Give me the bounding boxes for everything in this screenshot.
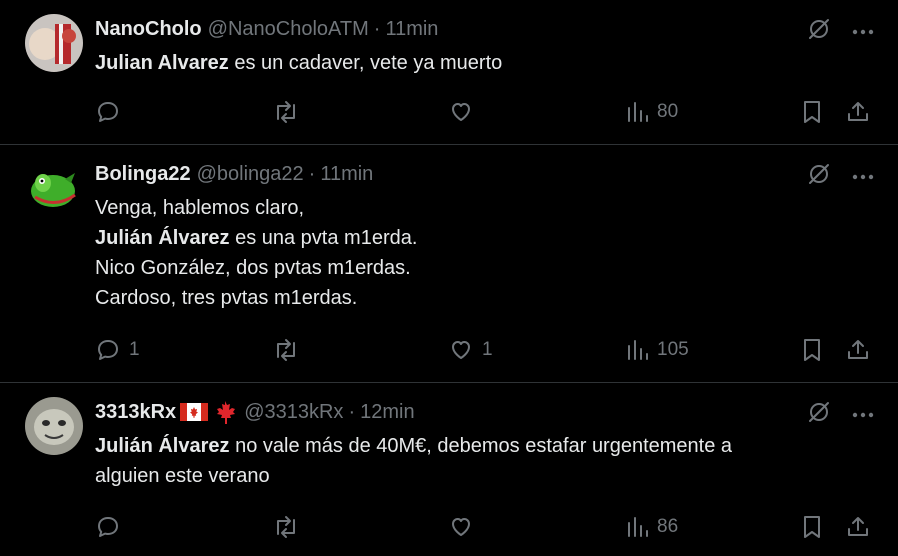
retweet-button[interactable] xyxy=(272,95,308,129)
username[interactable]: @3313kRx xyxy=(244,401,343,424)
tweet-text-line: Venga, hablemos claro, xyxy=(95,197,305,219)
username[interactable]: @NanoCholoATM xyxy=(208,18,369,41)
bookmark-button[interactable] xyxy=(800,95,824,129)
like-button[interactable] xyxy=(448,510,482,544)
bookmark-icon xyxy=(804,101,820,123)
separator: · xyxy=(308,162,316,185)
tweet-header: NanoCholo @NanoCholoATM · 11min xyxy=(95,14,438,44)
views-button[interactable]: 80 xyxy=(625,95,678,129)
timestamp[interactable]: 12min xyxy=(360,401,414,424)
share-button[interactable] xyxy=(845,510,871,544)
share-icon xyxy=(848,517,868,536)
display-name[interactable]: 3313kRx xyxy=(95,401,176,424)
tweet-text-line: Cardoso, tres pvtas m1erdas. xyxy=(95,287,358,309)
timestamp[interactable]: 11min xyxy=(385,18,438,41)
retweet-icon xyxy=(277,516,295,538)
tweet-text: Venga, hablemos claro, Julián Álvarez es… xyxy=(95,193,838,313)
share-icon xyxy=(848,102,868,121)
tweet-text-line: alguien este verano xyxy=(95,465,270,487)
tweet-header: Bolinga22 @bolinga22 · 11min xyxy=(95,159,373,189)
username[interactable]: @bolinga22 xyxy=(197,163,304,186)
retweet-button[interactable] xyxy=(272,510,308,544)
avatar[interactable] xyxy=(25,397,83,455)
retweet-button[interactable] xyxy=(272,333,308,367)
name-emojis xyxy=(180,400,238,424)
reply-button[interactable]: 1 xyxy=(95,333,140,367)
maple-leaf-icon xyxy=(217,401,236,424)
bookmark-button[interactable] xyxy=(800,333,824,367)
separator: · xyxy=(348,400,356,423)
reply-icon xyxy=(98,340,118,360)
canada-flag-icon xyxy=(180,403,209,421)
like-button[interactable]: 1 xyxy=(448,333,493,367)
heart-icon xyxy=(452,341,470,359)
more-options-icon[interactable] xyxy=(852,22,874,40)
tweet-text-line: Julian Alvarez es un cadaver, vete ya mu… xyxy=(95,52,503,74)
like-button[interactable] xyxy=(448,95,482,129)
tweet-text-line: Julián Álvarez es una pvta m1erda. xyxy=(95,227,418,249)
share-button[interactable] xyxy=(845,333,871,367)
reply-button[interactable] xyxy=(95,510,129,544)
display-name[interactable]: Bolinga22 xyxy=(95,163,191,186)
grok-icon[interactable] xyxy=(806,16,832,47)
tweet-text: Julian Alvarez es un cadaver, vete ya mu… xyxy=(95,48,838,78)
bookmark-button[interactable] xyxy=(800,510,824,544)
timestamp[interactable]: 11min xyxy=(320,163,373,186)
tweet-text-line: Nico González, dos pvtas m1erdas. xyxy=(95,257,411,279)
more-options-icon[interactable] xyxy=(852,405,874,423)
heart-icon xyxy=(452,518,470,536)
tweet-text: Julián Álvarez no vale más de 40M€, debe… xyxy=(95,431,838,491)
like-count: 1 xyxy=(482,339,493,360)
bookmark-icon xyxy=(804,516,820,538)
more-options-icon[interactable] xyxy=(852,167,874,185)
retweet-icon xyxy=(277,339,295,361)
share-icon xyxy=(848,340,868,359)
tweet[interactable]: 3313kRx @3313kRx · 12min Julián Álvarez … xyxy=(0,383,898,556)
avatar[interactable] xyxy=(25,159,83,217)
views-button[interactable]: 86 xyxy=(625,510,678,544)
bookmark-icon xyxy=(804,339,820,361)
views-button[interactable]: 105 xyxy=(625,333,689,367)
reply-icon xyxy=(98,517,118,537)
tweet-text-line: Julián Álvarez no vale más de 40M€, debe… xyxy=(95,435,733,457)
retweet-icon xyxy=(277,101,295,123)
tweet[interactable]: NanoCholo @NanoCholoATM · 11min Julian A… xyxy=(0,0,898,145)
separator: · xyxy=(373,17,381,40)
reply-button[interactable] xyxy=(95,95,129,129)
share-button[interactable] xyxy=(845,95,871,129)
tweet-header: 3313kRx @3313kRx · 12min xyxy=(95,397,415,427)
views-icon xyxy=(628,340,648,360)
view-count: 86 xyxy=(657,516,679,537)
tweet[interactable]: Bolinga22 @bolinga22 · 11min Venga, habl… xyxy=(0,145,898,383)
grok-icon[interactable] xyxy=(806,161,832,192)
avatar[interactable] xyxy=(25,14,83,72)
view-count: 105 xyxy=(657,339,689,360)
grok-icon[interactable] xyxy=(806,399,832,430)
views-icon xyxy=(628,102,648,122)
reply-icon xyxy=(98,102,118,122)
display-name[interactable]: NanoCholo xyxy=(95,18,202,41)
views-icon xyxy=(628,517,648,537)
heart-icon xyxy=(452,103,470,121)
reply-count: 1 xyxy=(129,339,140,360)
